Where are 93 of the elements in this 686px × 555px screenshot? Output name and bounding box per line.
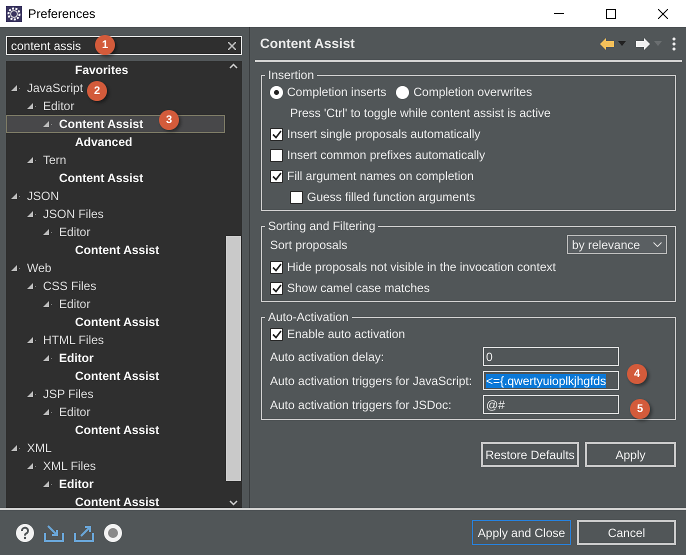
group-title: Insertion (267, 68, 316, 82)
expand-triangle-icon[interactable] (27, 210, 37, 218)
cancel-button[interactable]: Cancel (577, 520, 676, 545)
group-title: Auto-Activation (267, 310, 350, 324)
hint-text: Press 'Ctrl' to toggle while content assist is active (290, 106, 551, 120)
tree-item[interactable]: Content Assist (74, 313, 162, 331)
checkbox[interactable] (270, 282, 283, 294)
sort-dropdown[interactable]: by relevance (567, 235, 667, 254)
apply-button[interactable]: Apply (585, 442, 676, 467)
expand-triangle-icon[interactable] (43, 354, 53, 362)
tree-item[interactable]: Content Assist (74, 493, 162, 508)
tree-item[interactable]: Advanced (74, 133, 136, 151)
close-icon[interactable] (658, 8, 668, 18)
expand-triangle-icon[interactable] (11, 192, 21, 200)
checkbox[interactable] (270, 148, 283, 162)
radio-button[interactable] (396, 86, 410, 98)
radio-label: Completion inserts (287, 85, 386, 99)
expand-triangle-icon[interactable] (43, 408, 53, 416)
tree-item[interactable]: Content Assist (74, 241, 162, 259)
tree-item[interactable]: Content Assist (74, 367, 162, 385)
expand-triangle-icon[interactable] (43, 120, 53, 128)
field-label: Auto activation triggers for JSDoc: (270, 398, 452, 412)
gear-icon (6, 6, 22, 22)
tree-item[interactable]: JSON Files (26, 205, 107, 223)
checkbox-label: Insert single proposals automatically (287, 127, 480, 141)
help-icon[interactable] (16, 524, 34, 542)
maximize-icon[interactable] (606, 8, 616, 18)
checkbox-label: Fill argument names on completion (287, 169, 474, 183)
expand-triangle-icon[interactable] (11, 264, 21, 272)
callout-badge: 5 (630, 399, 650, 419)
chevron-down-icon (653, 242, 662, 247)
field-label: Auto activation triggers for JavaScript: (270, 374, 472, 388)
tree-item[interactable]: Editor (42, 223, 94, 241)
expand-triangle-icon[interactable] (27, 462, 37, 470)
clear-icon[interactable] (228, 42, 236, 50)
tree-item[interactable]: Web (10, 259, 54, 277)
forward-arrow-icon[interactable] (636, 38, 650, 50)
expand-triangle-icon[interactable] (11, 84, 21, 92)
tree-item[interactable]: Content Assist (74, 421, 162, 439)
checkbox[interactable] (270, 328, 283, 340)
radio-button[interactable] (270, 86, 283, 98)
radio-label: Completion overwrites (413, 85, 532, 99)
checkbox[interactable] (270, 128, 283, 140)
checkbox-label: Enable auto activation (287, 327, 406, 341)
restore-defaults-button[interactable]: Restore Defaults (481, 442, 579, 467)
checkbox[interactable] (270, 170, 283, 182)
tree-item[interactable]: Editor (26, 97, 78, 115)
expand-triangle-icon[interactable] (43, 228, 53, 236)
back-arrow-icon[interactable] (600, 38, 614, 50)
expand-triangle-icon[interactable] (27, 156, 37, 164)
tree-item[interactable]: XML (10, 439, 55, 457)
expand-triangle-icon[interactable] (43, 300, 53, 308)
tree-item[interactable]: Favorites (74, 61, 132, 79)
input-field[interactable]: @# (483, 395, 619, 414)
tree-item[interactable]: Editor (42, 295, 94, 313)
expand-triangle-icon[interactable] (43, 480, 53, 488)
tree-item[interactable]: XML Files (26, 457, 99, 475)
tree-item[interactable]: HTML Files (26, 331, 107, 349)
checkbox-label: Guess filled function arguments (307, 190, 476, 204)
tree-item[interactable]: Content Assist (58, 169, 146, 187)
expand-triangle-icon[interactable] (27, 390, 37, 398)
more-menu-icon[interactable] (672, 36, 676, 50)
page-title: Content Assist (260, 36, 356, 51)
field-label: Auto activation delay: (270, 350, 384, 364)
scrollbar-thumb[interactable] (226, 236, 241, 481)
checkbox[interactable] (290, 190, 303, 204)
checkbox[interactable] (270, 260, 283, 274)
tree-item[interactable]: JSP Files (26, 385, 96, 403)
expand-triangle-icon[interactable] (27, 336, 37, 344)
input-field[interactable]: <={.qwertyuioplkjhgfds (483, 371, 619, 390)
import-icon[interactable] (44, 524, 64, 542)
group-title: Sorting and Filtering (267, 219, 376, 233)
checkbox-label: Show camel case matches (287, 281, 430, 295)
tree-item[interactable]: Editor (42, 475, 97, 493)
sort-label: Sort proposals (270, 238, 348, 252)
apply-and-close-button[interactable]: Apply and Close (472, 520, 571, 545)
expand-triangle-icon[interactable] (11, 444, 21, 452)
checkbox-label: Insert common prefixes automatically (287, 148, 486, 162)
window-title: Preferences (28, 6, 96, 20)
tree-item[interactable]: Editor (42, 403, 94, 421)
checkbox-label: Hide proposals not visible in the invocation context (287, 260, 556, 274)
record-icon[interactable] (104, 524, 122, 542)
tree-item[interactable]: JSON (10, 187, 62, 205)
caret-icon (654, 41, 662, 46)
callout-badge: 4 (627, 364, 647, 384)
expand-triangle-icon[interactable] (27, 102, 37, 110)
tree-item[interactable]: Tern (26, 151, 70, 169)
expand-triangle-icon[interactable] (27, 282, 37, 290)
export-icon[interactable] (74, 524, 94, 542)
tree-item[interactable]: Editor (42, 349, 97, 367)
input-field[interactable]: 0 (483, 347, 619, 366)
tree-item[interactable]: CSS Files (26, 277, 100, 295)
tree-item[interactable]: JavaScript (10, 79, 86, 97)
